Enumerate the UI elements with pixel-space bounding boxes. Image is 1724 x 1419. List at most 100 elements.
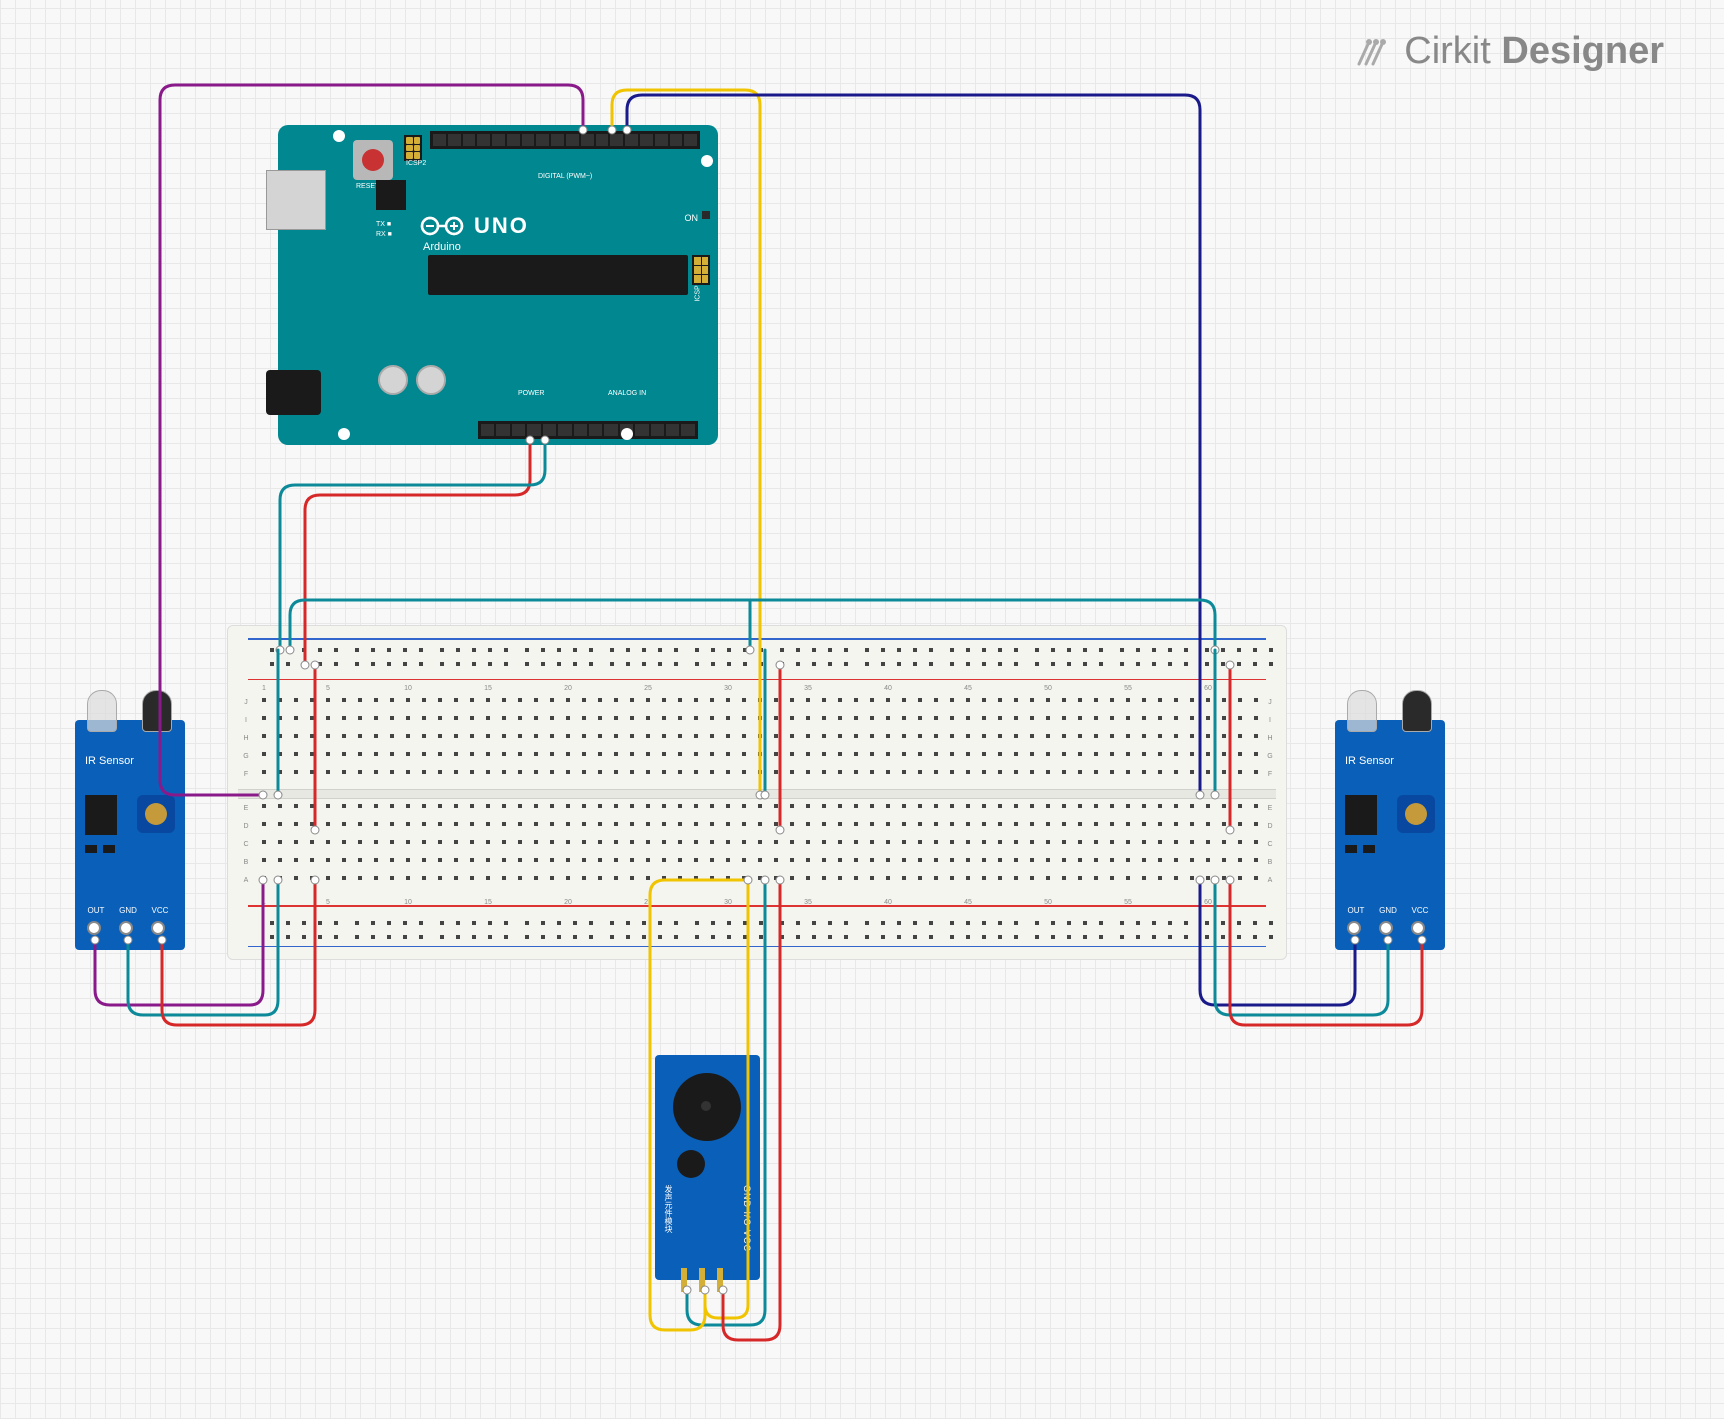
svg-text:15: 15 xyxy=(484,685,492,692)
mounting-hole xyxy=(701,155,713,167)
svg-text:B: B xyxy=(244,859,249,866)
ir-receiver-led xyxy=(142,690,172,732)
ir-emitter-led xyxy=(87,690,117,732)
buzzer-io-pin[interactable] xyxy=(699,1268,705,1292)
capacitors xyxy=(378,365,446,395)
icsp2-label: ICSP2 xyxy=(406,160,426,167)
ir-gnd-pin[interactable] xyxy=(1379,921,1393,935)
svg-text:B: B xyxy=(1268,859,1273,866)
ir-pin-labels: OUT GND VCC xyxy=(85,906,171,915)
power-jack xyxy=(266,370,321,415)
comparator-ic xyxy=(85,795,117,835)
transistor xyxy=(677,1150,705,1178)
chinese-text: 发声元件模块 xyxy=(663,1185,674,1233)
svg-text:J: J xyxy=(244,699,248,706)
design-canvas[interactable]: Cirkit Designer RESET ICSP2 TX ■ RX ■ UN… xyxy=(0,0,1724,1419)
digital-pins-label: DIGITAL (PWM~) xyxy=(538,173,592,180)
svg-text:25: 25 xyxy=(644,899,652,906)
svg-text:20: 20 xyxy=(564,685,572,692)
ir-out-pin[interactable] xyxy=(87,921,101,935)
usb-port xyxy=(266,170,326,230)
svg-text:30: 30 xyxy=(724,685,732,692)
power-analog-pin-header[interactable] xyxy=(478,421,698,439)
ir-vcc-pin[interactable] xyxy=(151,921,165,935)
arduino-uno-logo: UNO xyxy=(418,213,529,239)
svg-text:D: D xyxy=(243,823,248,830)
svg-text:G: G xyxy=(243,753,248,760)
svg-text:D: D xyxy=(1267,823,1272,830)
ir-receiver-led xyxy=(1402,690,1432,732)
ir-emitter-led xyxy=(1347,690,1377,732)
sensitivity-potentiometer[interactable] xyxy=(1397,795,1435,833)
svg-text:35: 35 xyxy=(804,685,812,692)
buzzer-vcc-pin[interactable] xyxy=(717,1268,723,1292)
svg-text:C: C xyxy=(243,841,248,848)
mounting-hole xyxy=(338,428,350,440)
brand-name: Cirkit xyxy=(1404,30,1491,72)
svg-text:5: 5 xyxy=(326,899,330,906)
svg-text:F: F xyxy=(244,771,248,778)
cirkit-logo-icon xyxy=(1354,32,1394,72)
svg-text:F: F xyxy=(1268,771,1272,778)
svg-text:5: 5 xyxy=(326,685,330,692)
svg-text:I: I xyxy=(1269,717,1271,724)
atmega328p-chip xyxy=(428,255,688,295)
svg-text:60: 60 xyxy=(1204,899,1212,906)
svg-text:15: 15 xyxy=(484,899,492,906)
svg-text:50: 50 xyxy=(1044,899,1052,906)
tx-rx-labels: TX ■ RX ■ xyxy=(376,220,392,240)
svg-text:25: 25 xyxy=(644,685,652,692)
ir-sensor-pins[interactable] xyxy=(87,921,165,935)
comparator-ic xyxy=(1345,795,1377,835)
ir-sensor-left[interactable]: IR Sensor OUT GND VCC xyxy=(75,720,185,950)
arduino-uno-board[interactable]: RESET ICSP2 TX ■ RX ■ UNO Arduino ON ICS… xyxy=(278,125,718,445)
svg-text:J: J xyxy=(1268,699,1272,706)
on-led xyxy=(702,211,710,219)
board-name: UNO xyxy=(474,213,529,239)
svg-text:E: E xyxy=(1268,805,1273,812)
svg-text:10: 10 xyxy=(404,685,412,692)
svg-text:G: G xyxy=(1267,753,1272,760)
svg-text:I: I xyxy=(245,717,247,724)
svg-text:A: A xyxy=(1268,877,1273,884)
svg-text:50: 50 xyxy=(1044,685,1052,692)
icsp2-header xyxy=(404,135,422,161)
buzzer-pin-labels: GND I/O VCC xyxy=(742,1185,752,1252)
power-pins-label: POWER xyxy=(518,390,544,397)
svg-text:55: 55 xyxy=(1124,685,1132,692)
buzzer-module[interactable]: 发声元件模块 GND I/O VCC xyxy=(655,1055,760,1280)
reset-button[interactable] xyxy=(353,140,393,180)
ir-sensor-label: IR Sensor xyxy=(1345,755,1394,767)
icsp-label: ICSP xyxy=(694,285,701,301)
digital-pin-header[interactable] xyxy=(430,131,700,149)
ir-gnd-pin[interactable] xyxy=(119,921,133,935)
svg-text:C: C xyxy=(1267,841,1272,848)
svg-text:10: 10 xyxy=(404,899,412,906)
svg-text:35: 35 xyxy=(804,899,812,906)
svg-text:1: 1 xyxy=(262,685,266,692)
svg-text:1: 1 xyxy=(262,899,266,906)
breadboard[interactable]: 1155101015152020252530303535404045455050… xyxy=(227,625,1287,960)
ir-vcc-pin[interactable] xyxy=(1411,921,1425,935)
ir-sensor-right[interactable]: IR Sensor OUT GND VCC xyxy=(1335,720,1445,950)
svg-text:55: 55 xyxy=(1124,899,1132,906)
sensitivity-potentiometer[interactable] xyxy=(137,795,175,833)
ir-out-pin[interactable] xyxy=(1347,921,1361,935)
icsp-header xyxy=(692,255,710,285)
svg-text:A: A xyxy=(244,877,249,884)
ir-sensor-pins[interactable] xyxy=(1347,921,1425,935)
branding-logo: Cirkit Designer xyxy=(1354,30,1664,73)
svg-text:20: 20 xyxy=(564,899,572,906)
ir-pin-labels: OUT GND VCC xyxy=(1345,906,1431,915)
buzzer-pins[interactable] xyxy=(681,1268,723,1292)
piezo-speaker xyxy=(673,1073,741,1141)
svg-text:40: 40 xyxy=(884,899,892,906)
buzzer-gnd-pin[interactable] xyxy=(681,1268,687,1292)
ir-sensor-label: IR Sensor xyxy=(85,755,134,767)
mounting-hole xyxy=(621,428,633,440)
mounting-hole xyxy=(333,130,345,142)
analog-pins-label: ANALOG IN xyxy=(608,390,646,397)
svg-text:40: 40 xyxy=(884,685,892,692)
svg-text:H: H xyxy=(243,735,248,742)
svg-text:45: 45 xyxy=(964,685,972,692)
